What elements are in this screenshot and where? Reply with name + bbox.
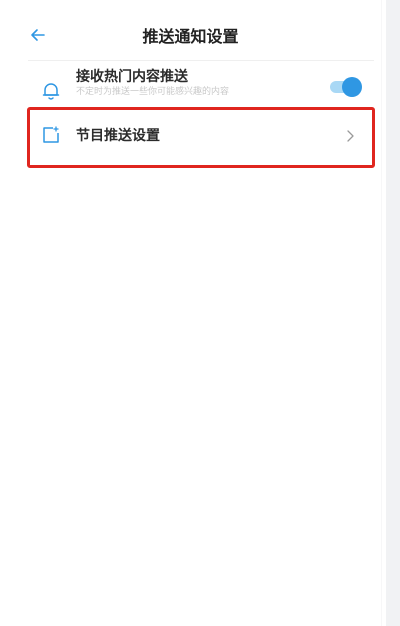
document-icon — [42, 126, 60, 144]
hot-push-subtitle: 不定时为推送一些你可能感兴趣的内容 — [76, 87, 230, 97]
program-push-label: 节目推送设置 — [76, 128, 160, 144]
toggle-knob — [342, 77, 362, 97]
screen-edge-panel — [386, 0, 400, 626]
nav-bar: 推送通知设置 — [0, 0, 381, 60]
bell-icon — [42, 81, 60, 101]
nav-divider — [28, 60, 374, 61]
hot-push-toggle[interactable] — [330, 77, 362, 97]
push-notification-settings-screen: 推送通知设置 接收热门内容推送 不定时为推送一些你可能感兴趣的内容 节目推送设置 — [0, 0, 400, 626]
hot-push-title: 接收热门内容推送 — [76, 69, 188, 85]
page-title: 推送通知设置 — [142, 27, 239, 46]
screen-edge-line — [381, 0, 382, 626]
chevron-right-icon — [345, 128, 355, 142]
